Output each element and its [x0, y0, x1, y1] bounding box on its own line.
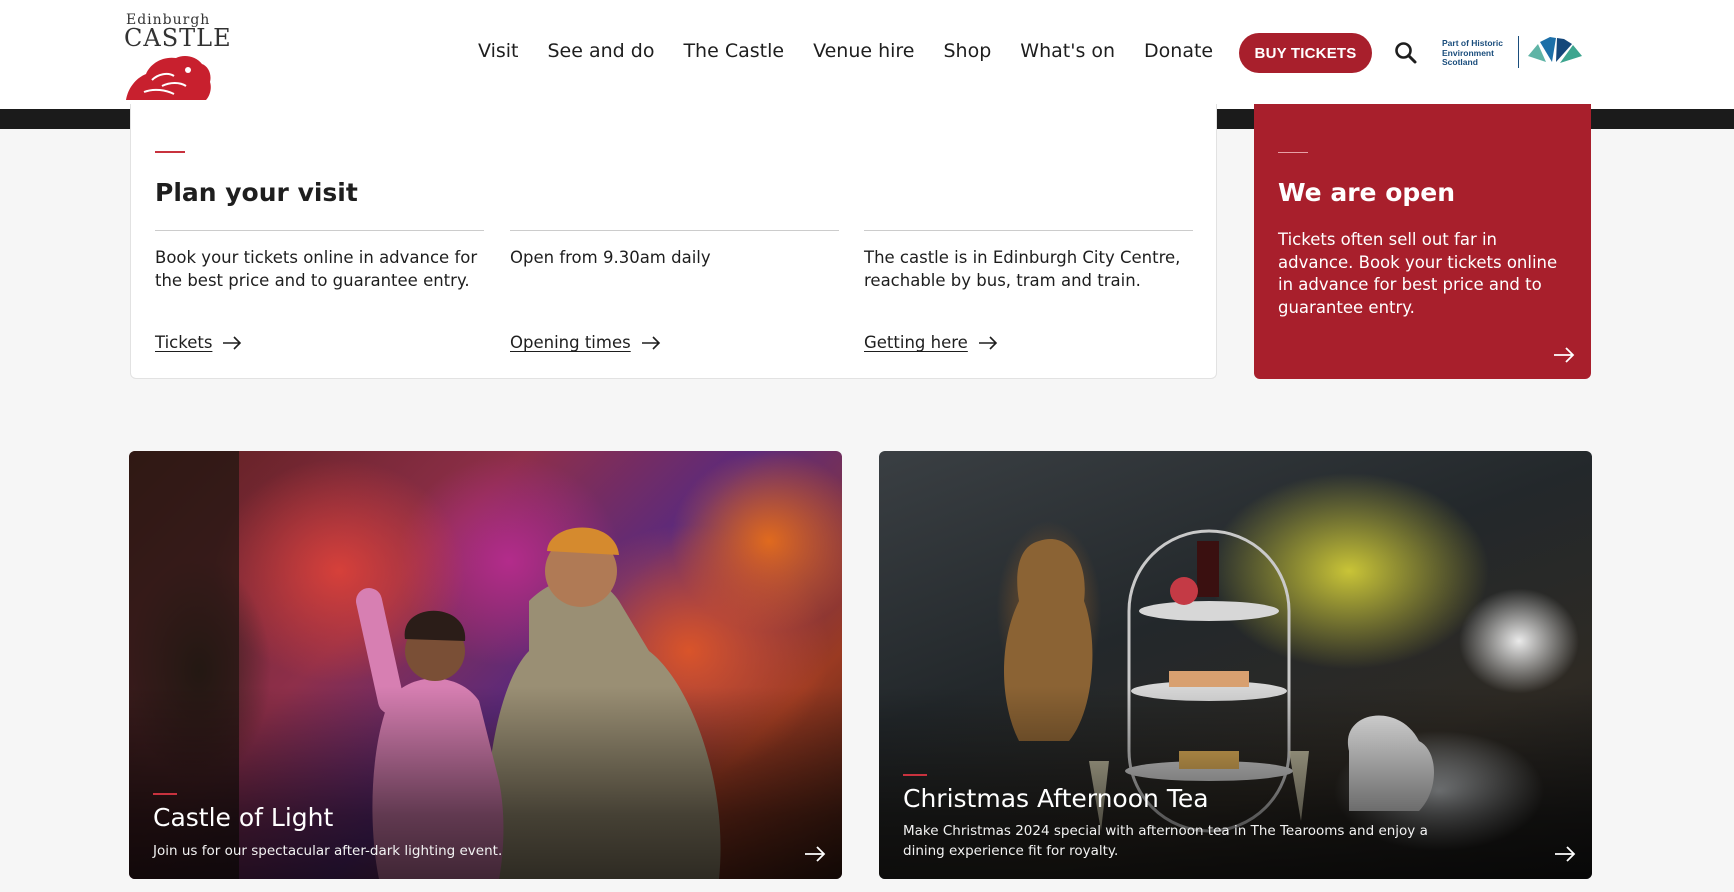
- link-label: Opening times: [510, 333, 631, 352]
- nav-item-shop[interactable]: Shop: [944, 40, 992, 62]
- promo-title: Christmas Afternoon Tea: [903, 784, 1209, 813]
- accent-rule: [155, 151, 185, 153]
- nav-item-whats-on[interactable]: What's on: [1020, 40, 1115, 62]
- getting-here-link[interactable]: Getting here: [864, 333, 998, 352]
- historic-environment-scotland-logo[interactable]: Part of Historic Environment Scotland: [1442, 34, 1584, 72]
- tickets-link[interactable]: Tickets: [155, 333, 242, 352]
- arrow-right-icon: [978, 335, 997, 350]
- nav-item-visit[interactable]: Visit: [478, 40, 519, 62]
- plan-column-getting-here: The castle is in Edinburgh City Centre, …: [864, 230, 1193, 352]
- search-icon[interactable]: [1394, 41, 1418, 65]
- open-text: Tickets often sell out far in advance. B…: [1278, 230, 1558, 317]
- promo-title: Castle of Light: [153, 803, 334, 832]
- plan-column-text: Open from 9.30am daily: [510, 248, 711, 267]
- arrow-right-icon: [223, 335, 242, 350]
- plan-your-visit-card: Plan your visit Book your tickets online…: [130, 104, 1217, 379]
- open-title: We are open: [1278, 178, 1456, 207]
- logo-text-castle: CASTLE: [124, 24, 232, 52]
- logo-divider: [1518, 36, 1519, 68]
- image-overlay: [879, 451, 1592, 879]
- promo-card-castle-of-light[interactable]: Castle of Light Join us for our spectacu…: [129, 451, 842, 879]
- opening-times-link[interactable]: Opening times: [510, 333, 661, 352]
- partner-text: Part of Historic Environment Scotland: [1442, 38, 1503, 67]
- nav-item-venue-hire[interactable]: Venue hire: [813, 40, 914, 62]
- nav-item-the-castle[interactable]: The Castle: [683, 40, 784, 62]
- link-label: Getting here: [864, 333, 968, 352]
- plan-column-opening: Open from 9.30am daily Opening times: [510, 230, 839, 352]
- arrow-right-icon[interactable]: [1554, 846, 1576, 862]
- lion-head-icon: [126, 56, 211, 100]
- nav-item-see-and-do[interactable]: See and do: [548, 40, 655, 62]
- main-nav: Visit See and do The Castle Venue hire S…: [478, 40, 1213, 62]
- nav-item-donate[interactable]: Donate: [1144, 40, 1213, 62]
- accent-rule: [903, 774, 927, 776]
- plan-column-text: The castle is in Edinburgh City Centre, …: [864, 248, 1181, 290]
- we-are-open-card[interactable]: We are open Tickets often sell out far i…: [1254, 104, 1591, 379]
- site-header: Edinburgh CASTLE Visit See and do The Ca…: [0, 0, 1734, 109]
- promo-text: Join us for our spectacular after-dark l…: [153, 843, 503, 859]
- arrow-right-icon[interactable]: [804, 846, 826, 862]
- plan-column-tickets: Book your tickets online in advance for …: [155, 230, 484, 352]
- hes-fan-icon: [1528, 37, 1582, 63]
- accent-rule: [153, 793, 177, 795]
- accent-rule: [1278, 152, 1308, 153]
- plan-column-text: Book your tickets online in advance for …: [155, 248, 478, 290]
- arrow-right-icon: [641, 335, 660, 350]
- link-label: Tickets: [155, 333, 213, 352]
- promo-text: Make Christmas 2024 special with afterno…: [903, 823, 1428, 859]
- edinburgh-castle-logo[interactable]: Edinburgh CASTLE: [120, 10, 231, 102]
- arrow-right-icon[interactable]: [1553, 347, 1575, 363]
- promo-card-christmas-afternoon-tea[interactable]: Christmas Afternoon Tea Make Christmas 2…: [879, 451, 1592, 879]
- buy-tickets-button[interactable]: BUY TICKETS: [1239, 33, 1372, 73]
- plan-title: Plan your visit: [155, 178, 358, 207]
